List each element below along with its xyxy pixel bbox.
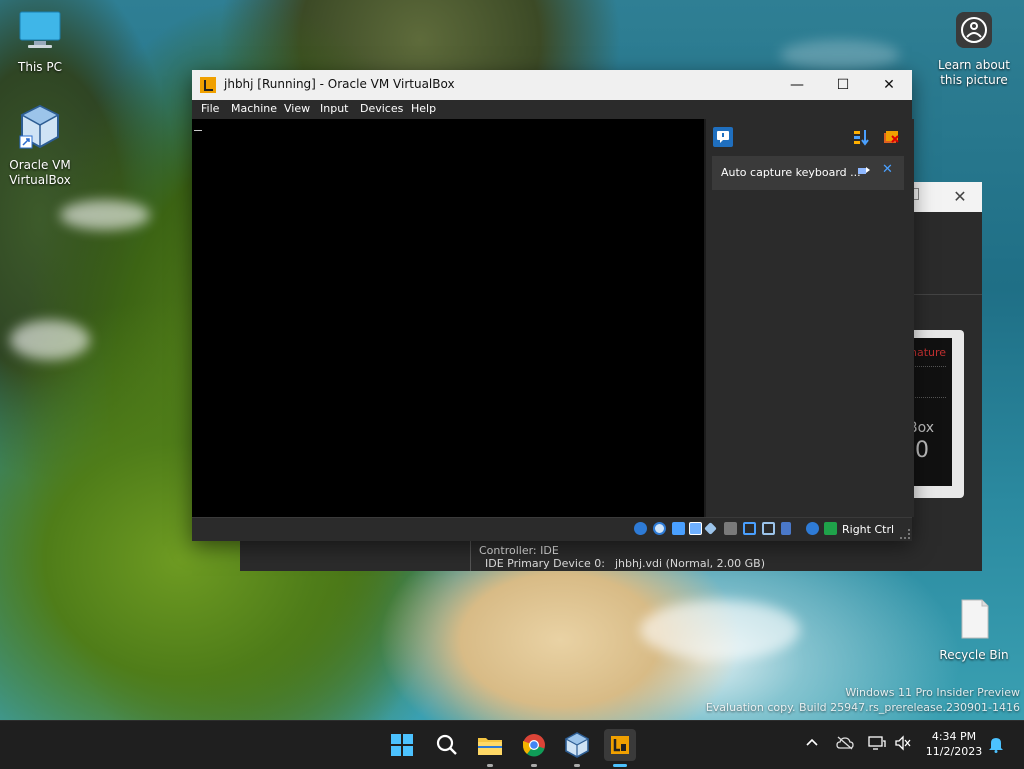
keyboard-capture-icon[interactable] [858, 166, 870, 176]
menu-machine[interactable]: Machine [231, 102, 277, 115]
virtualbox-vm-window[interactable]: jhbhj [Running] - Oracle VM VirtualBox —… [192, 70, 914, 541]
virtualbox-app-icon [200, 77, 216, 93]
running-indicator [531, 764, 537, 767]
search-button[interactable] [431, 729, 463, 761]
audio-icon[interactable] [672, 522, 685, 535]
statusbar: Right Ctrl [192, 517, 912, 541]
display-icon[interactable] [743, 522, 756, 535]
active-indicator [613, 764, 627, 767]
file-explorer-button[interactable] [474, 729, 506, 767]
resize-grip-icon[interactable] [900, 529, 910, 539]
cpu-icon[interactable] [781, 522, 791, 535]
dismiss-notification-button[interactable]: ✕ [882, 163, 894, 176]
menu-file[interactable]: File [201, 102, 219, 115]
virtualbox-vm-button[interactable] [604, 729, 636, 767]
close-button[interactable]: ✕ [866, 70, 912, 100]
wave-foam [10, 320, 90, 360]
chrome-button[interactable] [518, 729, 550, 767]
desktop-icon-this-pc[interactable]: This PC [0, 10, 80, 75]
notification-center-panel: Auto capture keyboard ... ✕ [704, 119, 914, 517]
background-window-close-button[interactable]: ✕ [948, 186, 972, 208]
desktop-icon-label: Oracle VM VirtualBox [9, 158, 71, 187]
mouse-integration-icon[interactable] [806, 522, 819, 535]
window-title: jhbhj [Running] - Oracle VM VirtualBox [224, 77, 455, 91]
vm-display[interactable] [192, 119, 704, 517]
clock-time: 4:34 PM [931, 730, 977, 743]
wave-foam [60, 200, 150, 230]
device-label: IDE Primary Device 0: [485, 557, 605, 570]
preview-decoration [910, 366, 946, 398]
hard-disk-icon[interactable] [634, 522, 647, 535]
desktop-icon-label: Recycle Bin [939, 648, 1009, 662]
maximize-button[interactable]: ☐ [820, 70, 866, 100]
notification-center-icon[interactable] [713, 127, 733, 147]
show-hidden-icons-button[interactable] [804, 735, 820, 754]
menu-help[interactable]: Help [411, 102, 436, 115]
running-indicator [487, 764, 493, 767]
desktop-icon-label: This PC [18, 60, 62, 74]
usb-icon[interactable] [704, 522, 717, 535]
desktop-icon-learn-about-picture[interactable]: Learn about this picture [934, 10, 1014, 88]
chrome-icon [522, 734, 545, 757]
recording-icon[interactable] [762, 522, 775, 535]
virtualbox-vm-icon [611, 736, 629, 754]
search-icon [436, 734, 457, 755]
menu-input[interactable]: Input [320, 102, 348, 115]
clock[interactable]: 4:34 PM 11/2/2023 [924, 729, 984, 759]
running-indicator [574, 764, 580, 767]
network-status-icon[interactable] [868, 735, 886, 754]
keyboard-icon[interactable] [824, 522, 837, 535]
start-button[interactable] [386, 729, 418, 761]
chevron-up-icon [806, 738, 818, 746]
preview-brand-text: nature [910, 346, 947, 359]
desktop-icon-label: Learn about this picture [938, 58, 1010, 87]
menubar: File Machine View Input Devices Help [192, 100, 912, 119]
file-explorer-icon [478, 738, 502, 755]
volume-muted-icon[interactable] [894, 735, 912, 754]
network-icon[interactable] [689, 522, 702, 535]
clear-notifications-icon[interactable] [881, 127, 901, 147]
text-cursor [194, 130, 202, 131]
optical-drive-icon[interactable] [653, 522, 666, 535]
onedrive-icon[interactable] [836, 736, 854, 753]
notification-item[interactable]: Auto capture keyboard ... ✕ [712, 156, 904, 190]
recycle-bin-icon [961, 599, 989, 639]
host-key-label: Right Ctrl [842, 523, 895, 536]
windows-watermark-line2: Evaluation copy. Build 25947.rs_prerelea… [705, 701, 1020, 714]
menu-devices[interactable]: Devices [360, 102, 403, 115]
notifications-bell-icon[interactable] [988, 735, 1004, 756]
minimize-button[interactable]: — [774, 70, 820, 100]
virtualbox-manager-button[interactable] [561, 729, 593, 767]
notification-text: Auto capture keyboard ... [721, 166, 861, 179]
windows-watermark-line1: Windows 11 Pro Insider Preview [845, 686, 1020, 699]
sort-icon[interactable] [851, 127, 871, 147]
monitor-icon [19, 11, 61, 48]
window-titlebar[interactable]: jhbhj [Running] - Oracle VM VirtualBox —… [192, 70, 912, 100]
wave-foam [780, 40, 900, 70]
desktop-icon-recycle-bin[interactable]: Recycle Bin [934, 596, 1014, 663]
start-icon [391, 734, 413, 756]
shared-folders-icon[interactable] [724, 522, 737, 535]
controller-label: Controller: IDE [479, 544, 559, 557]
camera-info-icon [956, 12, 992, 48]
details-divider [470, 540, 471, 571]
taskbar: 4:34 PM 11/2/2023 [0, 720, 1024, 769]
desktop-icon-virtualbox[interactable]: Oracle VM VirtualBox [0, 104, 80, 188]
virtualbox-manager-icon [564, 732, 590, 758]
wave-foam [640, 600, 800, 660]
virtualbox-cube-icon [19, 104, 60, 149]
menu-view[interactable]: View [284, 102, 310, 115]
clock-date: 11/2/2023 [925, 745, 983, 758]
device-value: jhbhj.vdi (Normal, 2.00 GB) [615, 557, 766, 570]
